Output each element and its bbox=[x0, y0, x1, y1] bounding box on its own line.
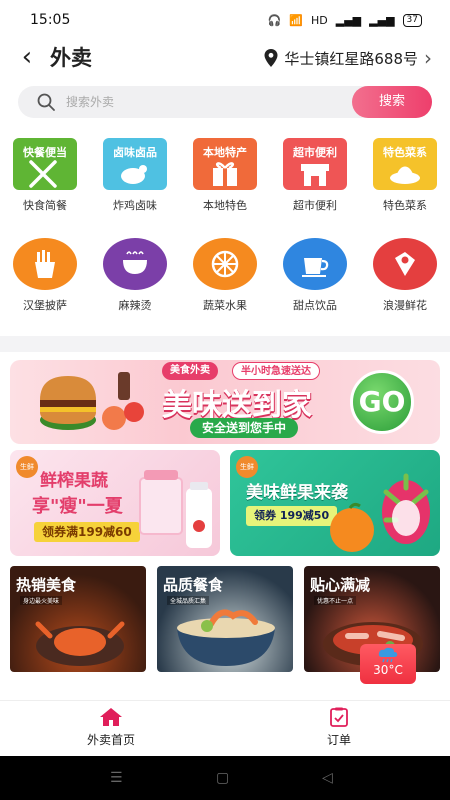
category-label: 蔬菜水果 bbox=[203, 299, 247, 312]
category-cuisine[interactable]: 特色菜系 特色菜系 bbox=[360, 138, 450, 213]
card-title: 热销美食 bbox=[16, 576, 77, 594]
fresh-badge: 生鲜 bbox=[236, 456, 258, 478]
juice-bottle-image bbox=[139, 470, 212, 548]
category-label: 汉堡披萨 bbox=[23, 299, 67, 312]
search-bar: 搜索 bbox=[18, 86, 432, 118]
home-icon bbox=[100, 708, 122, 726]
flower-bouquet-icon bbox=[373, 238, 437, 290]
category-burger-pizza[interactable]: 汉堡披萨 bbox=[0, 238, 90, 313]
tab-orders[interactable]: 订单 bbox=[284, 707, 394, 748]
promo-subtitle: 享"瘦"一夏 bbox=[32, 496, 123, 517]
signal-icon-2: ▂▄▆ bbox=[369, 13, 395, 27]
category-local-specialty[interactable]: 本地特产 本地特色 bbox=[180, 138, 270, 213]
tab-takeout-home[interactable]: 外卖首页 bbox=[56, 707, 166, 748]
category-label: 快食简餐 bbox=[23, 199, 67, 212]
category-braised[interactable]: 卤味卤品 炸鸡卤味 bbox=[90, 138, 180, 213]
card-subtitle: 身边最火美味 bbox=[20, 596, 63, 605]
fork-knife-icon: 快餐便当 bbox=[13, 138, 77, 190]
search-button[interactable]: 搜索 bbox=[352, 86, 432, 118]
promo-fruit[interactable]: 生鲜 美味鲜果来袭 领券 199减50 bbox=[230, 450, 440, 556]
tab-label: 外卖首页 bbox=[86, 733, 135, 747]
banner-tag: 美食外卖 bbox=[162, 362, 218, 380]
tab-label: 订单 bbox=[326, 733, 351, 747]
noodle-bowl-image bbox=[177, 609, 275, 666]
banner-tag: 半小时急速送达 bbox=[232, 362, 320, 380]
category-label: 本地特色 bbox=[203, 199, 247, 212]
orange-slice-icon bbox=[193, 238, 257, 290]
weather-temp: 30°C bbox=[373, 663, 403, 677]
search-input[interactable] bbox=[66, 86, 356, 118]
category-supermarket[interactable]: 超市便利 超市便利 bbox=[270, 138, 360, 213]
header: ‹ 外卖 华士镇红星路688号 › bbox=[0, 40, 450, 76]
section-divider bbox=[0, 336, 450, 352]
back-triangle-icon[interactable]: ◁ bbox=[322, 770, 333, 786]
location-selector[interactable]: 华士镇红星路688号 › bbox=[264, 40, 432, 76]
category-flowers[interactable]: 浪漫鲜花 bbox=[360, 238, 450, 313]
category-label: 炸鸡卤味 bbox=[113, 199, 157, 212]
weather-widget[interactable]: 30°C bbox=[360, 644, 416, 684]
card-subtitle: 全城品质汇集 bbox=[167, 596, 210, 605]
location-pin-icon bbox=[264, 49, 278, 67]
system-nav-bar: ☰ ▢ ◁ bbox=[0, 756, 450, 800]
home-square-icon[interactable]: ▢ bbox=[216, 770, 229, 786]
promo-title: 鲜榨果蔬 bbox=[40, 471, 108, 491]
quality-food-card[interactable]: 品质餐食 全城品质汇集 bbox=[157, 566, 293, 672]
chicken-icon: 卤味卤品 bbox=[103, 138, 167, 190]
category-malatang[interactable]: 麻辣烫 bbox=[90, 238, 180, 313]
status-bar: 15:05 🎧 📶 HD ▂▄▆ ▂▄▆ 37 bbox=[0, 0, 450, 40]
fries-icon bbox=[13, 238, 77, 290]
category-label: 超市便利 bbox=[293, 199, 337, 212]
promo-banner[interactable]: 美食外卖 半小时急速送达 美味送到家 安全送到您手中 GO bbox=[10, 360, 440, 444]
menu-icon[interactable]: ☰ bbox=[110, 770, 123, 786]
location-text: 华士镇红星路688号 bbox=[284, 49, 418, 68]
banner-subtitle: 安全送到您手中 bbox=[190, 418, 299, 438]
gift-icon: 本地特产 bbox=[193, 138, 257, 190]
card-title: 品质餐食 bbox=[163, 576, 224, 594]
coupon-tag: 领券 199减50 bbox=[246, 506, 338, 526]
coupon-tag: 领券满199减60 bbox=[34, 522, 140, 542]
signal-icon: ▂▄▆ bbox=[335, 13, 362, 27]
wifi-icon: 📶 bbox=[289, 13, 304, 27]
status-time: 15:05 bbox=[30, 12, 71, 28]
fruit-image bbox=[330, 473, 430, 552]
category-label: 麻辣烫 bbox=[118, 299, 152, 312]
category-label: 特色菜系 bbox=[383, 199, 427, 212]
status-icons: 🎧 📶 HD ▂▄▆ ▂▄▆ 37 bbox=[267, 13, 422, 27]
burger-image bbox=[40, 372, 144, 430]
order-clipboard-icon bbox=[330, 707, 348, 727]
bowl-icon bbox=[103, 238, 167, 290]
category-label: 浪漫鲜花 bbox=[383, 299, 427, 312]
card-title: 贴心满减 bbox=[310, 576, 371, 594]
chevron-right-icon: › bbox=[424, 46, 432, 70]
go-button[interactable]: GO bbox=[350, 370, 414, 434]
card-subtitle: 优惠不止一点 bbox=[314, 596, 357, 605]
category-fast-food[interactable]: 快餐便当 快食简餐 bbox=[0, 138, 90, 213]
category-dessert-drinks[interactable]: 甜点饮品 bbox=[270, 238, 360, 313]
hd-indicator: HD bbox=[311, 13, 328, 27]
store-icon: 超市便利 bbox=[283, 138, 347, 190]
search-icon bbox=[37, 93, 55, 111]
rain-cloud-icon bbox=[378, 647, 398, 663]
headphone-icon: 🎧 bbox=[267, 13, 282, 27]
chevron-left-icon[interactable]: ‹ bbox=[14, 40, 40, 76]
takeout-page: 15:05 🎧 📶 HD ▂▄▆ ▂▄▆ 37 ‹ 外卖 华士镇红星路688号 … bbox=[0, 0, 450, 800]
category-label: 甜点饮品 bbox=[293, 299, 337, 312]
category-fruit-veg[interactable]: 蔬菜水果 bbox=[180, 238, 270, 313]
fresh-badge: 生鲜 bbox=[16, 456, 38, 478]
bottom-nav: 外卖首页 订单 bbox=[0, 700, 450, 756]
hot-food-card[interactable]: 热销美食 身边最火美味 bbox=[10, 566, 146, 672]
battery-icon: 37 bbox=[402, 13, 422, 27]
promo-juice[interactable]: 生鲜 鲜榨果蔬 享"瘦"一夏 领券满199减60 bbox=[10, 450, 220, 556]
page-title: 外卖 bbox=[50, 46, 92, 70]
crab-dish-image bbox=[35, 621, 125, 666]
dish-icon: 特色菜系 bbox=[373, 138, 437, 190]
coffee-cup-icon bbox=[283, 238, 347, 290]
